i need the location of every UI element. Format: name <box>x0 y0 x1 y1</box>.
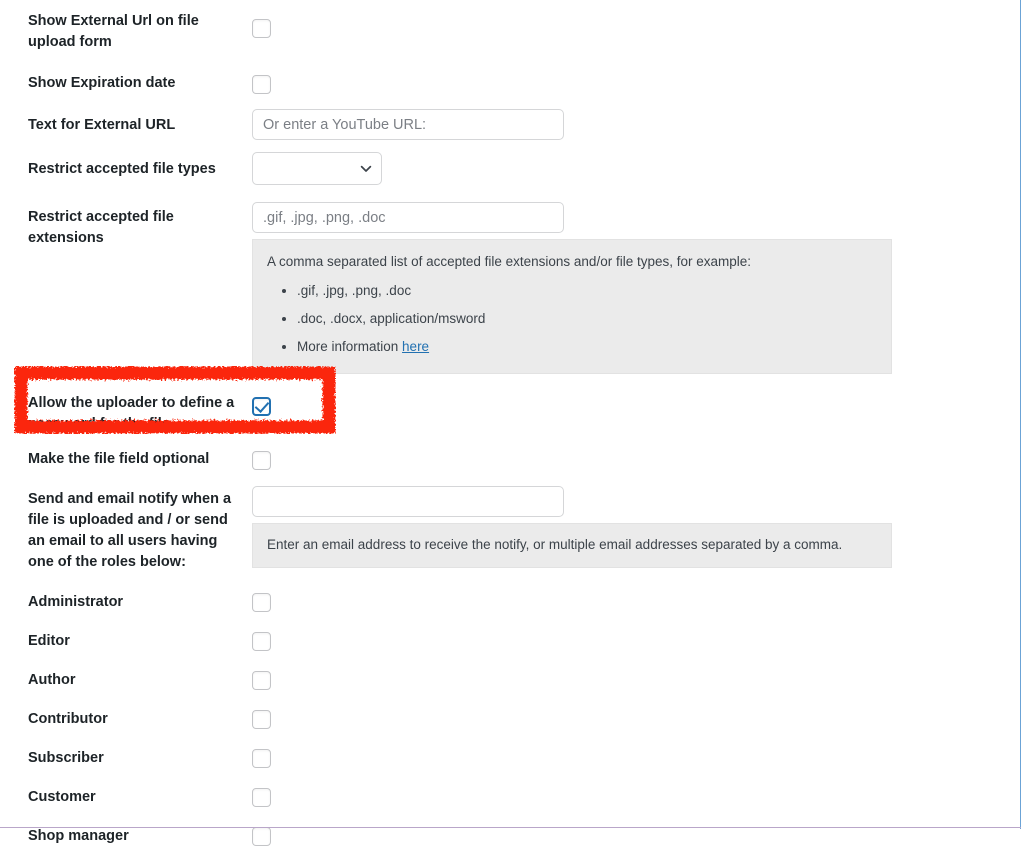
control-restrict-file-extensions: A comma separated list of accepted file … <box>252 198 1000 382</box>
control-make-file-field-optional <box>252 445 1000 478</box>
label-text-for-external-url: Text for External URL <box>28 117 176 134</box>
help-example-item: .gif, .jpg, .png, .doc <box>297 281 877 302</box>
settings-form: Show External Url on file upload form Sh… <box>0 0 1000 856</box>
control-role-author <box>252 661 1000 698</box>
checkbox-role-contributor[interactable] <box>252 709 271 729</box>
control-role-shop-manager <box>252 817 1000 854</box>
control-role-editor <box>252 622 1000 659</box>
checkbox-allow-password[interactable] <box>252 396 271 416</box>
control-role-administrator <box>252 583 1000 620</box>
form-row-restrict-file-extensions: Restrict accepted file extensions A comm… <box>0 198 1000 382</box>
help-more-information: More information here <box>297 337 877 358</box>
input-restrict-file-extensions[interactable] <box>252 202 564 234</box>
checkbox-make-file-field-optional[interactable] <box>252 450 271 470</box>
chevron-down-icon <box>360 163 372 173</box>
label-make-file-field-optional: Make the file field optional <box>28 450 210 467</box>
checkbox-role-author[interactable] <box>252 670 271 690</box>
checkbox-role-customer[interactable] <box>252 787 271 807</box>
checkbox-show-external-url[interactable] <box>252 19 271 38</box>
checkbox-role-shop-manager[interactable] <box>252 826 271 846</box>
page-right-border <box>1020 0 1021 829</box>
help-example-list: .gif, .jpg, .png, .doc .doc, .docx, appl… <box>267 281 877 358</box>
form-row-role-author: Author <box>0 661 1000 700</box>
page-bottom-border <box>0 827 1021 828</box>
control-show-expiration-date <box>252 63 1000 102</box>
control-text-for-external-url <box>252 104 1000 148</box>
form-row-show-expiration-date: Show Expiration date <box>0 63 1000 104</box>
control-restrict-file-types <box>252 148 1000 198</box>
checkbox-role-administrator[interactable] <box>252 592 271 612</box>
control-show-external-url <box>252 0 1000 46</box>
help-more-information-text: More information <box>297 338 403 354</box>
checkbox-role-editor[interactable] <box>252 631 271 651</box>
form-row-allow-password: Allow the uploader to define a password … <box>0 382 1000 445</box>
form-row-role-editor: Editor <box>0 622 1000 661</box>
control-allow-password <box>252 382 1000 424</box>
checkbox-show-expiration-date[interactable] <box>252 75 271 95</box>
form-row-email-notify: Send and email notify when a file is upl… <box>0 480 1000 583</box>
help-email-notify-text: Enter an email address to receive the no… <box>267 536 843 552</box>
label-role-administrator: Administrator <box>28 593 124 610</box>
input-email-notify[interactable] <box>252 485 564 517</box>
control-role-contributor <box>252 700 1000 737</box>
checkbox-role-subscriber[interactable] <box>252 748 271 768</box>
label-email-notify: Send and email notify when a file is upl… <box>28 490 232 570</box>
help-intro: A comma separated list of accepted file … <box>267 254 752 270</box>
label-restrict-file-extensions: Restrict accepted file extensions <box>28 209 174 247</box>
label-role-author: Author <box>28 671 76 688</box>
control-role-subscriber <box>252 739 1000 776</box>
help-text-email-notify: Enter an email address to receive the no… <box>252 522 892 568</box>
label-show-external-url: Show External Url on file upload form <box>28 13 199 51</box>
label-role-customer: Customer <box>28 788 96 805</box>
input-text-for-external-url[interactable] <box>252 109 564 141</box>
form-row-role-subscriber: Subscriber <box>0 739 1000 778</box>
form-row-text-for-external-url: Text for External URL <box>0 104 1000 148</box>
label-role-shop-manager: Shop manager <box>28 827 129 844</box>
help-example-item: .doc, .docx, application/msword <box>297 309 877 330</box>
form-row-make-file-field-optional: Make the file field optional <box>0 445 1000 480</box>
select-restrict-file-types[interactable] <box>252 152 382 186</box>
form-row-role-administrator: Administrator <box>0 583 1000 622</box>
form-row-role-shop-manager: Shop manager <box>0 817 1000 856</box>
control-email-notify: Enter an email address to receive the no… <box>252 480 1000 576</box>
form-row-show-external-url: Show External Url on file upload form <box>0 0 1000 63</box>
control-role-customer <box>252 778 1000 815</box>
label-show-expiration-date: Show Expiration date <box>28 75 176 92</box>
label-role-contributor: Contributor <box>28 710 108 727</box>
form-row-role-customer: Customer <box>0 778 1000 817</box>
form-row-role-contributor: Contributor <box>0 700 1000 739</box>
help-text-file-extensions: A comma separated list of accepted file … <box>252 239 892 374</box>
label-restrict-file-types: Restrict accepted file types <box>28 161 216 178</box>
label-role-subscriber: Subscriber <box>28 749 104 766</box>
label-allow-password: Allow the uploader to define a password … <box>28 394 235 432</box>
form-row-restrict-file-types: Restrict accepted file types <box>0 148 1000 198</box>
more-information-link[interactable]: here <box>402 339 429 354</box>
label-role-editor: Editor <box>28 632 70 649</box>
